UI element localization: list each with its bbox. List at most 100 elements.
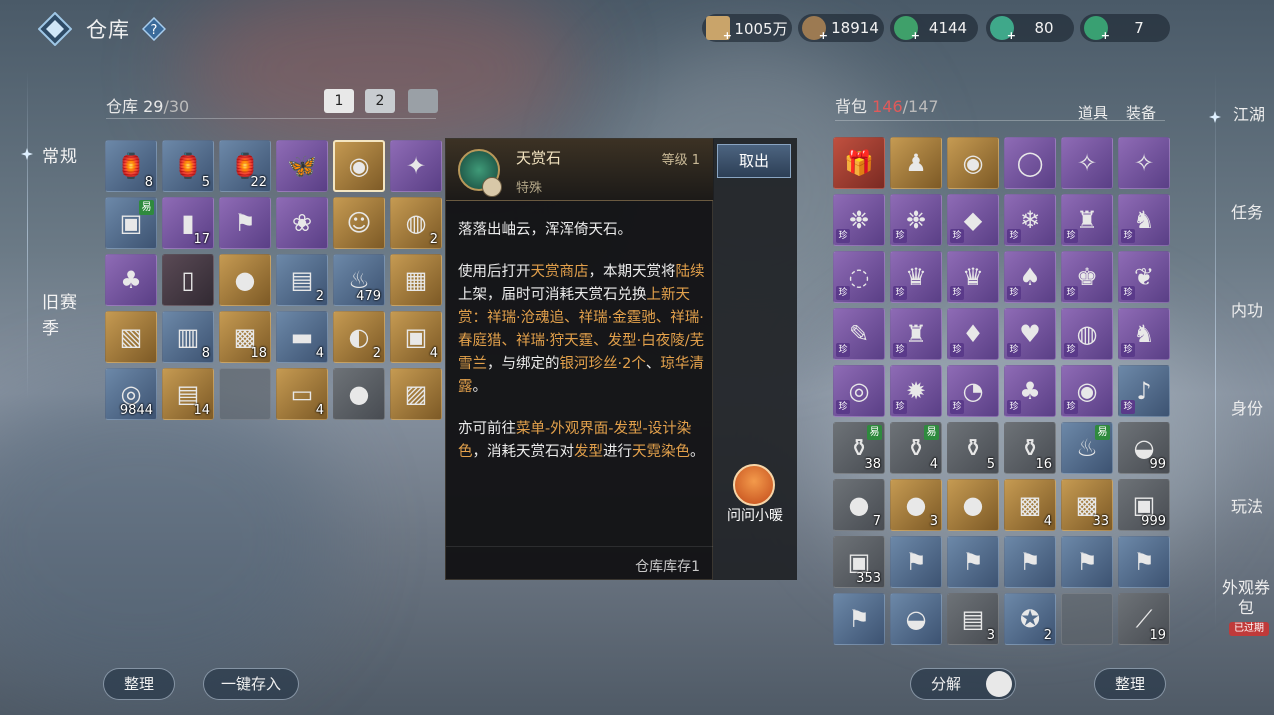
deposit-all-button[interactable]: 一键存入 (203, 668, 299, 700)
warehouse-slot[interactable]: ♨ 479 (333, 254, 385, 306)
currency-copper[interactable]: + 18914 (798, 14, 884, 42)
nav-appearance-voucher[interactable]: 外观券包 (1222, 578, 1270, 618)
sort-bag-button[interactable]: 整理 (1094, 668, 1166, 700)
warehouse-slot[interactable]: ◍ 2 (390, 197, 442, 249)
bag-slot[interactable]: 🎁 (833, 137, 885, 189)
bag-slot[interactable]: ◔ 珍 (947, 365, 999, 417)
bag-slot[interactable]: ◉ (947, 137, 999, 189)
bag-slot[interactable]: ♠ 珍 (1004, 251, 1056, 303)
bag-slot[interactable]: ● (947, 479, 999, 531)
warehouse-slot[interactable]: ◐ 2 (333, 311, 385, 363)
currency-jade-orb[interactable]: + 80 (986, 14, 1074, 42)
warehouse-tab-3[interactable] (408, 89, 438, 113)
nav-jianghu[interactable]: 江湖 (1224, 105, 1274, 125)
bag-slot[interactable]: ♟ (890, 137, 942, 189)
assistant-label[interactable]: 问问小暖 (718, 505, 792, 525)
warehouse-slot[interactable]: ▮ 17 (162, 197, 214, 249)
bag-slot[interactable]: ◆ 珍 (947, 194, 999, 246)
warehouse-slot[interactable]: ❀ (276, 197, 328, 249)
bag-slot[interactable]: ❉ 珍 (890, 194, 942, 246)
bag-slot[interactable]: ◒ 99 (1118, 422, 1170, 474)
bag-slot[interactable]: ♣ 珍 (1004, 365, 1056, 417)
bag-slot[interactable]: ♜ 珍 (1061, 194, 1113, 246)
warehouse-slot[interactable]: ◎ 9844 (105, 368, 157, 420)
bag-slot[interactable]: ✎ 珍 (833, 308, 885, 360)
bag-slot[interactable]: ◌ 珍 (833, 251, 885, 303)
bag-slot[interactable]: ✪ 2 (1004, 593, 1056, 645)
bag-slot[interactable]: ▣ 999 (1118, 479, 1170, 531)
sort-warehouse-button[interactable]: 整理 (103, 668, 175, 700)
bag-slot[interactable]: ✧ (1061, 137, 1113, 189)
bag-slot[interactable]: ⚑ (1118, 536, 1170, 588)
nav-item-regular[interactable]: 常规 (42, 142, 78, 167)
warehouse-slot[interactable]: ▣ 4 (390, 311, 442, 363)
bag-slot[interactable]: ✧ (1118, 137, 1170, 189)
bag-slot[interactable]: ♚ 珍 (1061, 251, 1113, 303)
bag-slot[interactable]: ♞ 珍 (1118, 308, 1170, 360)
warehouse-slot[interactable]: 🏮 22 (219, 140, 271, 192)
bag-slot[interactable]: ⚑ (833, 593, 885, 645)
bag-slot[interactable]: ▤ 3 (947, 593, 999, 645)
nav-item-old-season[interactable]: 旧赛季 (42, 290, 82, 342)
bag-slot[interactable]: ⚑ (890, 536, 942, 588)
bag-slot[interactable]: ❉ 珍 (833, 194, 885, 246)
bag-slot[interactable]: ▩ 4 (1004, 479, 1056, 531)
warehouse-slot[interactable]: ● (333, 368, 385, 420)
bag-slot[interactable] (1061, 593, 1113, 645)
bag-slot[interactable]: ♛ 珍 (890, 251, 942, 303)
bag-slot[interactable]: ◉ 珍 (1061, 365, 1113, 417)
warehouse-slot[interactable]: ▦ (390, 254, 442, 306)
currency-jade[interactable]: + 4144 (890, 14, 978, 42)
bag-slot[interactable]: ✹ 珍 (890, 365, 942, 417)
warehouse-tab-1[interactable]: 1 (324, 89, 354, 113)
bag-slot[interactable]: ⚑ (947, 536, 999, 588)
warehouse-slot[interactable]: ◉ (333, 140, 385, 192)
bag-slot[interactable]: ♛ 珍 (947, 251, 999, 303)
bag-slot[interactable]: ◒ (890, 593, 942, 645)
currency-jade-token[interactable]: + 7 (1080, 14, 1170, 42)
bag-slot[interactable]: ◍ 珍 (1061, 308, 1113, 360)
bag-slot[interactable]: ⟋ 19 (1118, 593, 1170, 645)
warehouse-slot[interactable]: ● (219, 254, 271, 306)
bag-slot[interactable]: ♥ 珍 (1004, 308, 1056, 360)
take-out-button[interactable]: 取出 (717, 144, 791, 178)
bag-slot[interactable]: ◯ (1004, 137, 1056, 189)
warehouse-slot[interactable]: ▤ 14 (162, 368, 214, 420)
bag-slot[interactable]: ♜ 珍 (890, 308, 942, 360)
help-icon[interactable]: ? (141, 16, 167, 42)
bag-slot[interactable]: ⚱ 5 (947, 422, 999, 474)
bag-slot[interactable]: ⚱ 易 38 (833, 422, 885, 474)
currency-silver[interactable]: + 1005万 (702, 14, 792, 42)
bag-slot[interactable]: ⚑ (1004, 536, 1056, 588)
bag-slot[interactable]: ● 7 (833, 479, 885, 531)
warehouse-slot[interactable]: ✦ (390, 140, 442, 192)
warehouse-slot[interactable]: ⚑ (219, 197, 271, 249)
bag-slot[interactable]: ▣ 353 (833, 536, 885, 588)
bag-slot[interactable]: ♞ 珍 (1118, 194, 1170, 246)
warehouse-slot[interactable]: ▤ 2 (276, 254, 328, 306)
nav-inner-skill[interactable]: 内功 (1222, 301, 1272, 321)
nav-identity[interactable]: 身份 (1222, 399, 1272, 419)
bag-slot[interactable]: ❄ 珍 (1004, 194, 1056, 246)
warehouse-slot[interactable]: ▣ 易 (105, 197, 157, 249)
warehouse-slot[interactable]: 🦋 (276, 140, 328, 192)
assistant-pet-icon[interactable] (733, 464, 775, 506)
back-diamond-icon[interactable] (37, 11, 73, 47)
warehouse-tab-2[interactable]: 2 (365, 89, 395, 113)
warehouse-slot[interactable]: ♣ (105, 254, 157, 306)
bag-slot[interactable]: ⚱ 易 4 (890, 422, 942, 474)
warehouse-slot[interactable]: ☺ (333, 197, 385, 249)
warehouse-slot[interactable]: ▭ 4 (276, 368, 328, 420)
warehouse-slot[interactable] (219, 368, 271, 420)
warehouse-slot[interactable]: ▨ (390, 368, 442, 420)
nav-gameplay[interactable]: 玩法 (1222, 497, 1272, 517)
bag-slot[interactable]: ♪ 珍 (1118, 365, 1170, 417)
bag-slot[interactable]: ⚑ (1061, 536, 1113, 588)
bag-slot[interactable]: ♨ 易 (1061, 422, 1113, 474)
bag-slot[interactable]: ⚱ 16 (1004, 422, 1056, 474)
warehouse-slot[interactable]: 🏮 8 (105, 140, 157, 192)
decompose-button[interactable]: 分解 (910, 668, 1016, 700)
warehouse-slot[interactable]: ▯ (162, 254, 214, 306)
warehouse-slot[interactable]: ▬ 4 (276, 311, 328, 363)
warehouse-slot[interactable]: ▧ (105, 311, 157, 363)
